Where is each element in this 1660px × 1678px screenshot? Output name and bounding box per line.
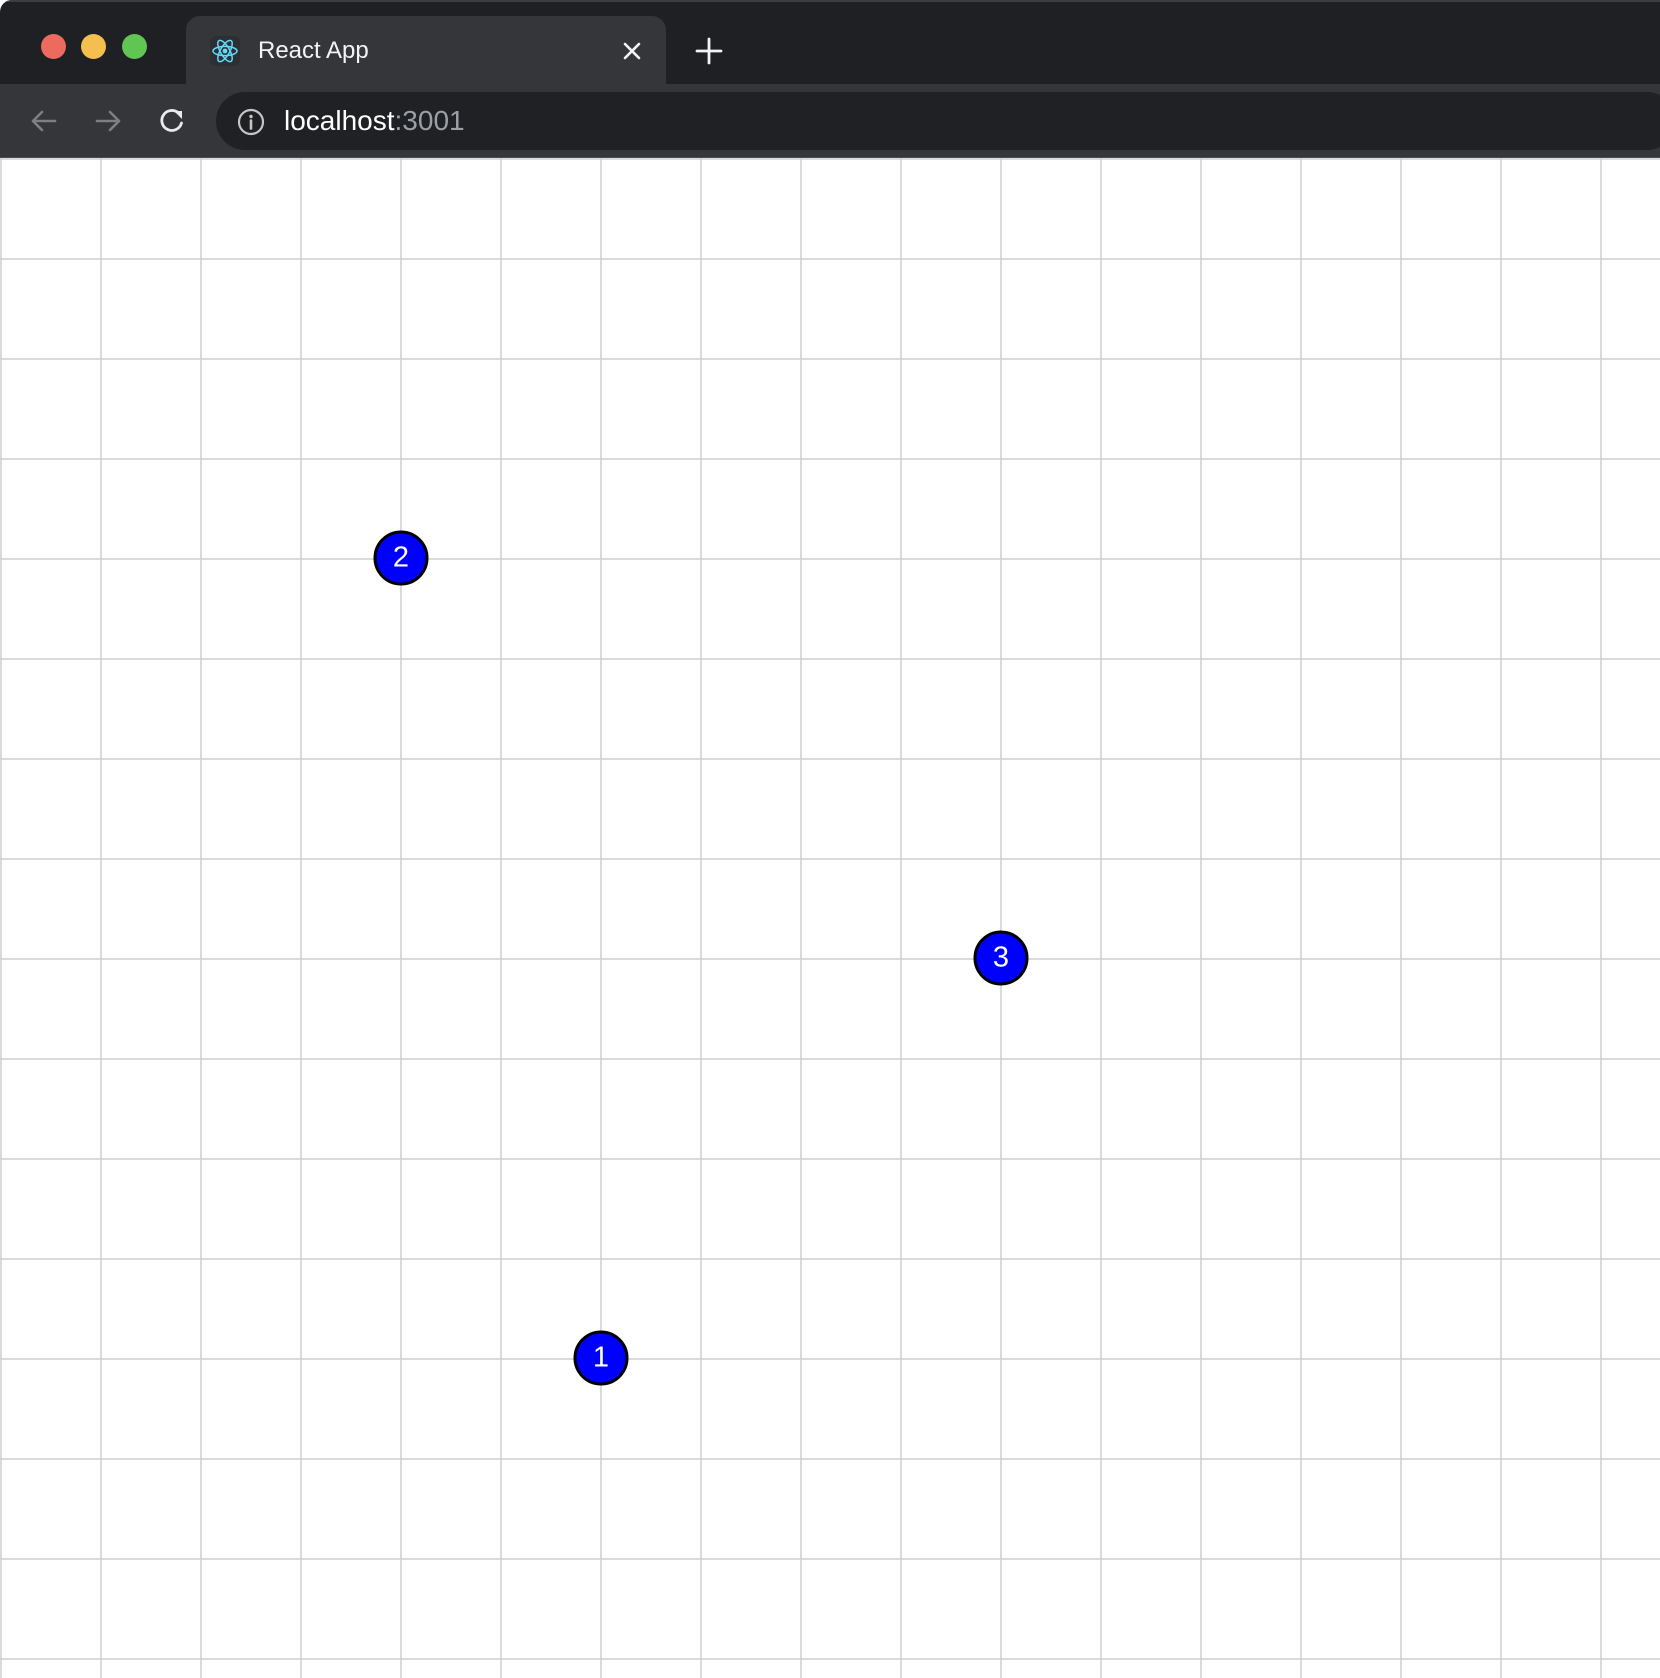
- address-bar[interactable]: localhost:3001: [216, 92, 1660, 150]
- reload-icon[interactable]: [155, 104, 189, 138]
- minimize-window-button[interactable]: [81, 34, 106, 59]
- grid-canvas[interactable]: 1 2 3: [0, 158, 1660, 1678]
- arrow-left-icon[interactable]: [27, 104, 61, 138]
- react-logo-icon: [210, 36, 240, 66]
- browser-window: React App localhost:3001 1 2 3: [0, 0, 1660, 1678]
- marker-label: 3: [993, 942, 1009, 974]
- tab-react-app[interactable]: React App: [186, 16, 666, 86]
- close-icon[interactable]: [618, 37, 646, 65]
- marker-label: 1: [593, 1342, 609, 1374]
- browser-toolbar: localhost:3001: [0, 84, 1660, 158]
- close-window-button[interactable]: [41, 34, 66, 59]
- url-host: localhost: [284, 105, 395, 136]
- marker-2[interactable]: 2: [373, 530, 429, 586]
- url-text: localhost:3001: [284, 105, 465, 137]
- marker-label: 2: [393, 542, 409, 574]
- arrow-right-icon[interactable]: [91, 104, 125, 138]
- info-icon[interactable]: [236, 107, 266, 137]
- plus-icon[interactable]: [694, 36, 724, 66]
- maximize-window-button[interactable]: [122, 34, 147, 59]
- url-port: :3001: [394, 105, 465, 136]
- page-canvas[interactable]: 1 2 3: [0, 158, 1660, 1678]
- marker-3[interactable]: 3: [973, 930, 1029, 986]
- marker-1[interactable]: 1: [573, 1330, 629, 1386]
- tab-strip: React App: [0, 0, 1660, 86]
- tab-title: React App: [258, 37, 369, 64]
